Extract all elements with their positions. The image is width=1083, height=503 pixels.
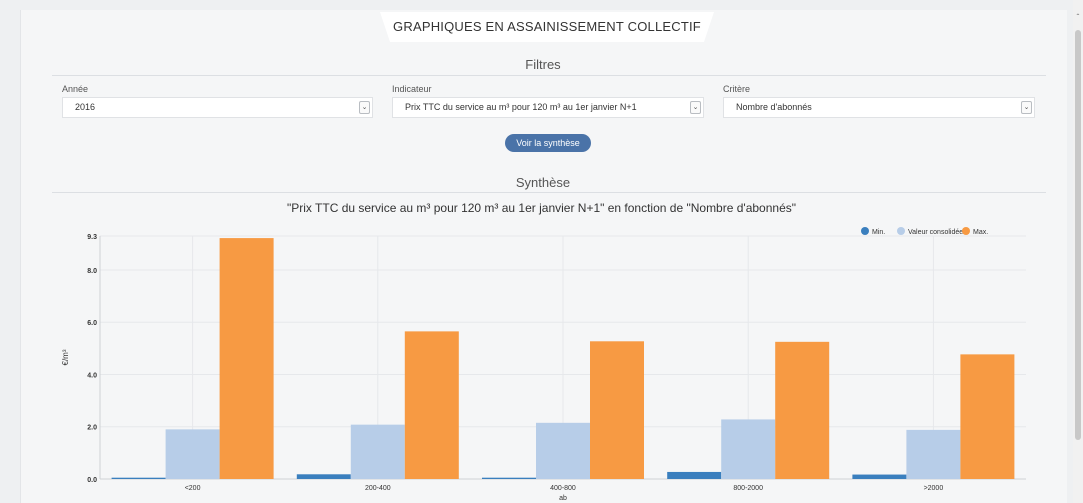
bar-consolidee <box>721 419 776 479</box>
x-tick-label: <200 <box>185 485 201 492</box>
bar-min <box>482 477 536 479</box>
x-axis-label: ab <box>559 495 567 502</box>
y-tick-label: 0.0 <box>87 477 97 484</box>
y-tick-label: 9.3 <box>87 234 97 241</box>
legend-label: Valeur consolidée <box>908 229 963 236</box>
y-tick-label: 6.0 <box>87 320 97 327</box>
scrollbar[interactable]: ˆ <box>1073 0 1083 503</box>
bar-chart: 0.0 2.0 4.0 6.0 8.0 9.3 <200 200-400 400-800 800-… <box>61 227 1026 502</box>
scroll-thumb[interactable] <box>1075 30 1081 440</box>
x-tick-label: 200-400 <box>365 485 391 492</box>
y-tick-label: 2.0 <box>87 425 97 432</box>
bar-consolidee <box>536 422 590 479</box>
x-tick-label: 400-800 <box>550 485 576 492</box>
bar-max <box>775 341 830 479</box>
bar-consolidee <box>165 429 220 479</box>
bar-consolidee <box>350 424 405 479</box>
legend-marker <box>962 227 970 235</box>
bar-max <box>960 354 1015 479</box>
bar-consolidee <box>906 429 961 479</box>
legend-label: Max. <box>973 229 988 236</box>
bar-min <box>667 471 722 479</box>
bar-max <box>404 331 459 479</box>
bar-min <box>296 474 351 479</box>
y-tick-label: 8.0 <box>87 268 97 275</box>
scroll-up-arrow-icon[interactable]: ˆ <box>1074 14 1082 22</box>
y-axis-label: €/m³ <box>61 349 70 365</box>
y-tick-label: 4.0 <box>87 372 97 379</box>
legend-label: Min. <box>872 229 885 236</box>
legend-marker <box>897 227 905 235</box>
bar-min <box>111 477 166 479</box>
x-tick-label: 800-2000 <box>733 485 763 492</box>
bar-max <box>590 341 644 479</box>
legend-marker <box>861 227 869 235</box>
x-tick-label: >2000 <box>924 485 944 492</box>
bar-max <box>219 238 274 479</box>
bar-min <box>852 474 907 479</box>
